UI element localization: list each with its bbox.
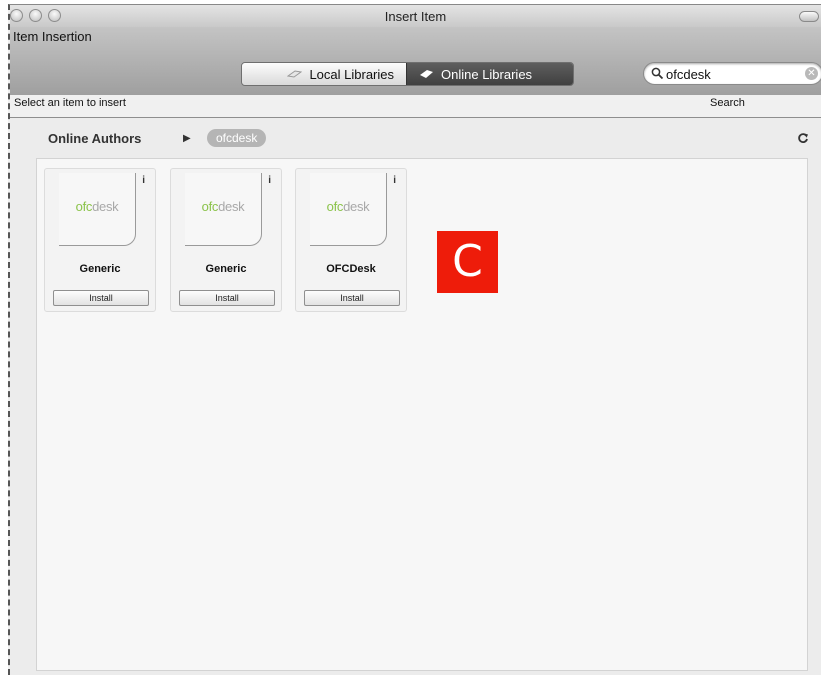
- info-icon[interactable]: i: [142, 175, 145, 186]
- local-libraries-tab[interactable]: Local Libraries: [242, 63, 406, 85]
- ofcdesk-logo: ofcdesk: [326, 199, 370, 214]
- breadcrumb-online-authors[interactable]: Online Authors: [48, 131, 141, 146]
- search-field[interactable]: ✕: [643, 62, 821, 85]
- install-button[interactable]: Install: [53, 290, 149, 306]
- item-card[interactable]: ofcdesk i Generic Install: [170, 168, 282, 312]
- local-libraries-label: Local Libraries: [309, 66, 394, 82]
- annotation-marker: C: [437, 231, 498, 293]
- refresh-icon[interactable]: [797, 132, 809, 144]
- item-grid: ofcdesk i Generic Install ofcdesk i Gene…: [36, 158, 808, 671]
- item-name: Generic: [205, 263, 247, 275]
- item-thumbnail: ofcdesk: [185, 173, 262, 246]
- title-bar[interactable]: Insert Item: [10, 5, 821, 27]
- install-button[interactable]: Install: [179, 290, 275, 306]
- toolbar-title: Item Insertion: [13, 29, 92, 44]
- item-card[interactable]: ofcdesk i Generic Install: [44, 168, 156, 312]
- item-thumbnail: ofcdesk: [310, 173, 387, 246]
- insert-hint: Select an item to insert: [14, 97, 126, 109]
- search-input[interactable]: [666, 65, 796, 83]
- item-card[interactable]: ofcdesk i OFCDesk Install: [295, 168, 407, 312]
- search-icon: [651, 67, 664, 80]
- insert-item-window: Insert Item Item Insertion Local Librari…: [8, 4, 821, 675]
- library-segmented-control: Local Libraries Online Libraries: [241, 62, 574, 86]
- info-icon[interactable]: i: [393, 175, 396, 186]
- item-thumbnail: ofcdesk: [59, 173, 136, 246]
- online-libraries-label: Online Libraries: [441, 66, 533, 82]
- online-libraries-tab[interactable]: Online Libraries: [406, 63, 573, 85]
- clear-icon[interactable]: ✕: [805, 67, 818, 80]
- breadcrumb-arrow-icon: ▶: [183, 133, 191, 144]
- item-name: Generic: [79, 263, 121, 275]
- cloud-icon: [420, 70, 433, 78]
- item-name: OFCDesk: [326, 263, 376, 275]
- breadcrumb: Online Authors ▶ ofcdesk: [10, 118, 821, 156]
- library-icon: [287, 70, 303, 78]
- window-title: Insert Item: [384, 9, 447, 24]
- breadcrumb-current-author[interactable]: ofcdesk: [207, 129, 267, 147]
- content-area: Online Authors ▶ ofcdesk ofcdesk i Gener…: [10, 117, 821, 675]
- info-icon[interactable]: i: [268, 175, 271, 186]
- ofcdesk-logo: ofcdesk: [201, 199, 245, 214]
- search-label: Search: [710, 97, 745, 109]
- toolbar-toggle-button[interactable]: [799, 11, 819, 22]
- install-button[interactable]: Install: [304, 290, 400, 306]
- ofcdesk-logo: ofcdesk: [75, 199, 119, 214]
